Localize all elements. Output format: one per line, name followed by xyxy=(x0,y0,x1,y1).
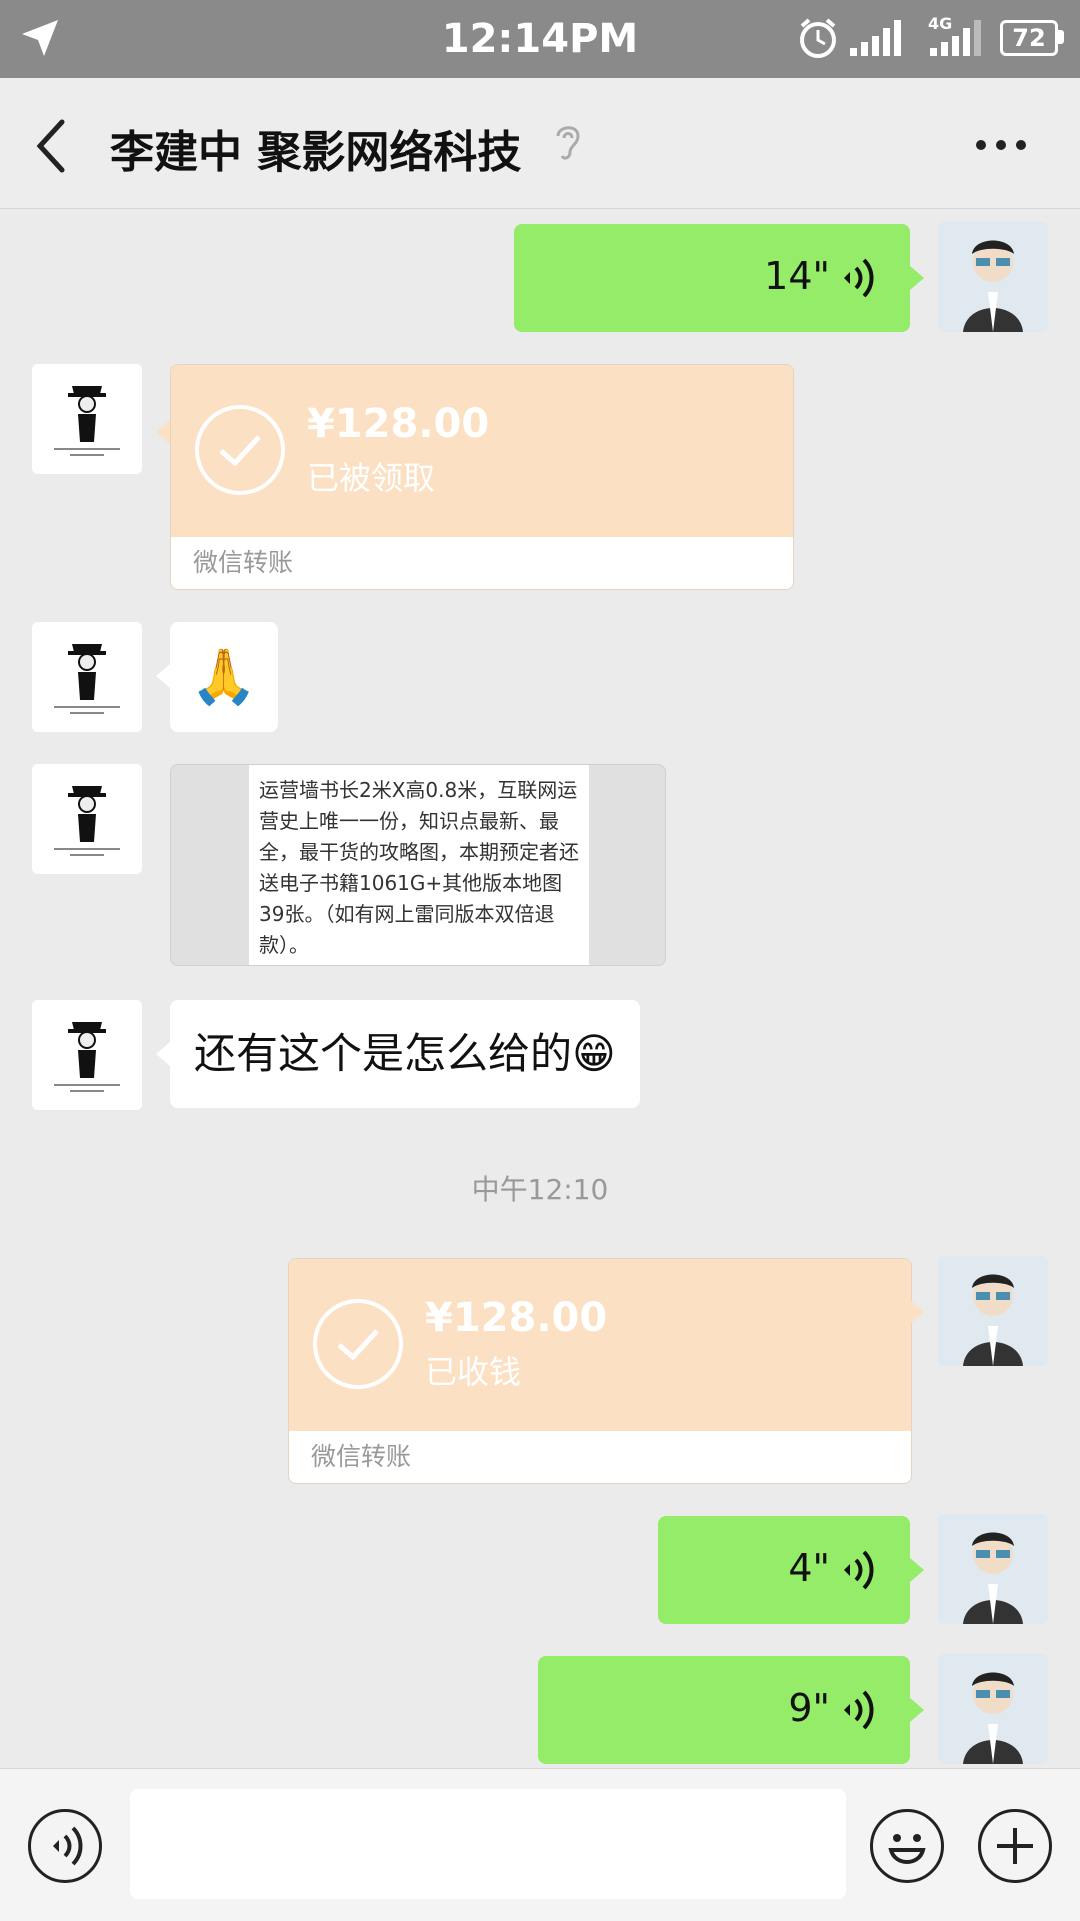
transfer-footer: 微信转账 xyxy=(311,1442,412,1471)
transfer-footer: 微信转账 xyxy=(193,548,294,577)
input-bar xyxy=(0,1768,1080,1921)
avatar[interactable] xyxy=(938,1256,1048,1366)
transfer-status: 已收钱 xyxy=(425,1353,522,1391)
avatar[interactable] xyxy=(938,222,1048,332)
plus-icon xyxy=(997,1828,1033,1864)
bubble-tail xyxy=(910,1300,924,1324)
check-circle-icon xyxy=(195,405,285,495)
check-circle-icon xyxy=(313,1299,403,1389)
bubble-tail xyxy=(910,1698,924,1722)
bubble-tail xyxy=(156,664,170,688)
message-input[interactable] xyxy=(130,1789,846,1899)
alarm-clock-icon xyxy=(800,18,836,58)
bubble-tail xyxy=(910,1558,924,1582)
voice-duration: 14" xyxy=(764,254,830,298)
bubble-tail xyxy=(910,266,924,290)
avatar[interactable] xyxy=(938,1654,1048,1764)
status-time: 12:14PM xyxy=(441,16,639,62)
self-avatar-illustration xyxy=(938,1514,1048,1624)
avatar[interactable] xyxy=(938,1514,1048,1624)
battery-tip xyxy=(1058,30,1064,44)
chat-title: 李建中 聚影网络科技 xyxy=(110,127,522,178)
battery-indicator: 72 xyxy=(1000,20,1058,56)
transfer-amount: ¥128.00 xyxy=(425,1295,608,1341)
plus-button[interactable] xyxy=(978,1809,1052,1883)
voice-message-bubble[interactable]: 4" xyxy=(658,1516,910,1624)
image-text-content: 运营墙书长2米X高0.8米，互联网运营史上唯一一份，知识点最新、最全，最干货的攻… xyxy=(249,765,589,965)
chat-timestamp: 中午12:10 xyxy=(471,1173,609,1206)
signal-strength-icon xyxy=(850,20,901,56)
transfer-card[interactable]: ¥128.00 已被领取 微信转账 xyxy=(170,364,794,590)
voice-input-button[interactable] xyxy=(28,1809,102,1883)
voice-duration: 9" xyxy=(788,1686,830,1730)
voice-message-bubble[interactable]: 9" xyxy=(538,1656,910,1764)
other-avatar-illustration xyxy=(32,622,142,732)
transfer-card-top: ¥128.00 已收钱 xyxy=(289,1259,911,1431)
avatar[interactable] xyxy=(32,764,142,874)
transfer-card[interactable]: ¥128.00 已收钱 微信转账 xyxy=(288,1258,912,1484)
transfer-amount: ¥128.00 xyxy=(307,401,490,447)
ear-icon xyxy=(556,126,580,160)
text-message-bubble[interactable]: 还有这个是怎么给的😁 xyxy=(170,1000,640,1108)
signal-strength-icon xyxy=(930,20,981,56)
emoji-button[interactable] xyxy=(870,1809,944,1883)
image-message-bubble[interactable]: 运营墙书长2米X高0.8米，互联网运营史上唯一一份，知识点最新、最全，最干货的攻… xyxy=(170,764,666,966)
other-avatar-illustration xyxy=(32,764,142,874)
back-chevron-icon[interactable] xyxy=(26,116,82,176)
more-dots-icon[interactable] xyxy=(976,138,1032,154)
emoji-message-bubble[interactable]: 🙏 xyxy=(170,622,278,732)
other-avatar-illustration xyxy=(32,364,142,474)
self-avatar-illustration xyxy=(938,1256,1048,1366)
self-avatar-illustration xyxy=(938,222,1048,332)
voice-duration: 4" xyxy=(788,1546,830,1590)
chat-header: 李建中 聚影网络科技 xyxy=(0,78,1080,209)
voice-playback-icon xyxy=(844,1550,874,1590)
voice-input-icon xyxy=(53,1826,83,1866)
avatar[interactable] xyxy=(32,364,142,474)
self-avatar-illustration xyxy=(938,1654,1048,1764)
voice-message-bubble[interactable]: 14" xyxy=(514,224,910,332)
bubble-tail xyxy=(156,1042,170,1066)
emoji-icon xyxy=(888,1834,926,1864)
avatar[interactable] xyxy=(32,622,142,732)
transfer-card-top: ¥128.00 已被领取 xyxy=(171,365,793,537)
transfer-status: 已被领取 xyxy=(307,459,436,497)
bubble-tail xyxy=(156,420,170,444)
status-bar: 12:14PM 4G 72 xyxy=(0,0,1080,78)
other-avatar-illustration xyxy=(32,1000,142,1110)
voice-playback-icon xyxy=(844,1690,874,1730)
avatar[interactable] xyxy=(32,1000,142,1110)
voice-playback-icon xyxy=(844,258,874,298)
